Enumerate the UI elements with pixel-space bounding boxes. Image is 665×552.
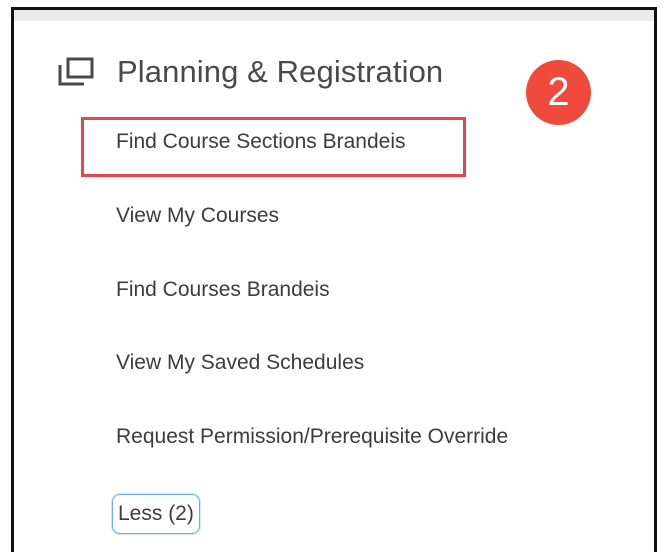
- less-button[interactable]: Less (2): [112, 494, 200, 534]
- task-request-permission-override[interactable]: Request Permission/Prerequisite Override: [116, 425, 508, 449]
- task-view-saved-schedules[interactable]: View My Saved Schedules: [116, 351, 364, 375]
- task-list: Find Course Sections Brandeis View My Co…: [14, 10, 654, 552]
- task-find-course-sections[interactable]: Find Course Sections Brandeis: [116, 130, 405, 154]
- task-view-my-courses[interactable]: View My Courses: [116, 204, 279, 228]
- screenshot-frame: Planning & Registration 2 Find Course Se…: [11, 7, 657, 552]
- task-find-courses[interactable]: Find Courses Brandeis: [116, 278, 330, 302]
